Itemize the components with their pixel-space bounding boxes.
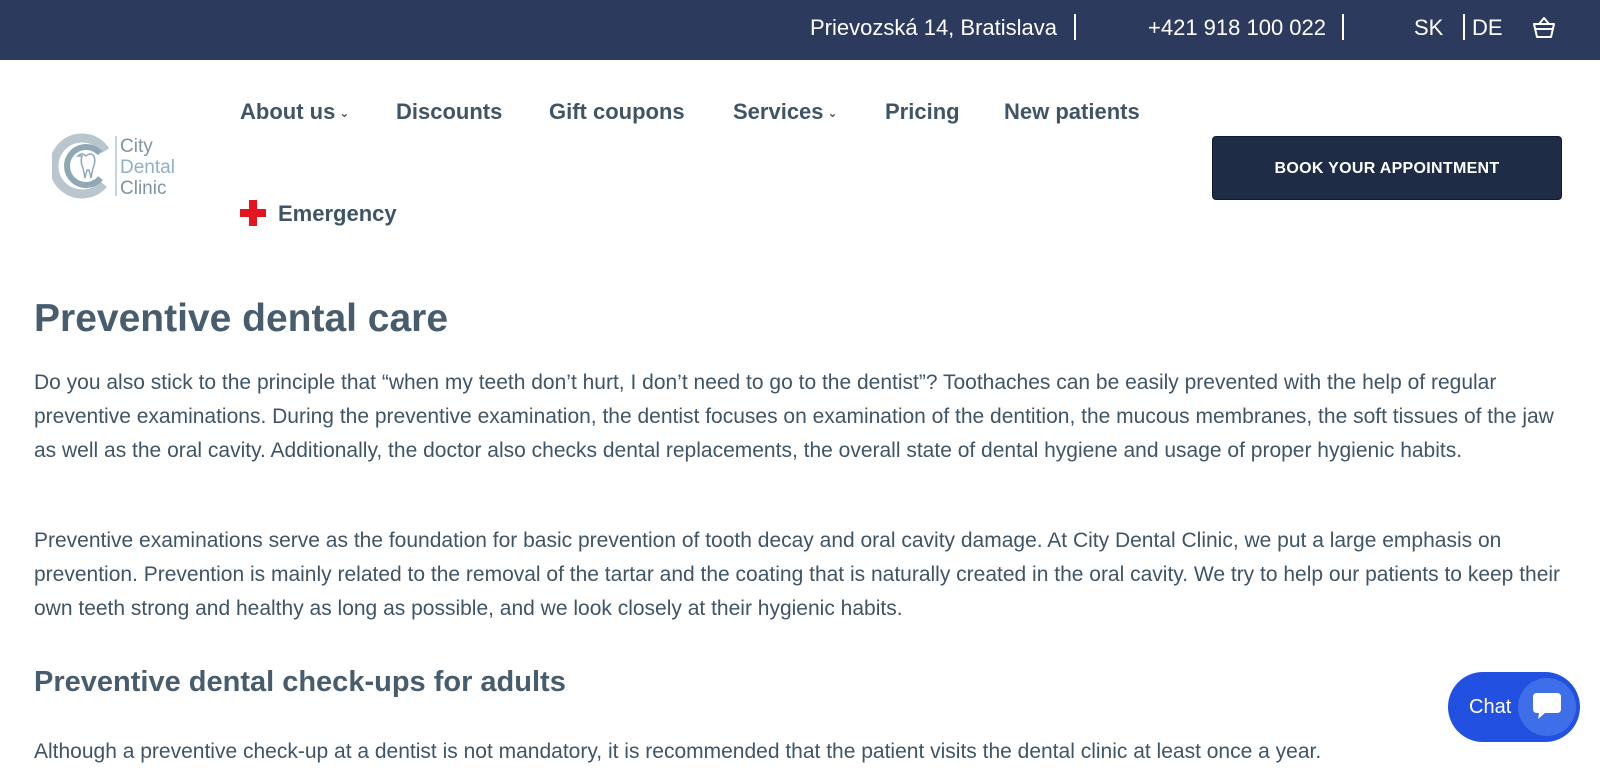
chat-bubble-icon — [1533, 693, 1561, 719]
book-appointment-button[interactable]: BOOK YOUR APPOINTMENT — [1212, 136, 1562, 200]
logo-line1: City — [120, 136, 153, 157]
nav-services[interactable]: Services ⌄ — [733, 98, 838, 129]
top-bar: Prievozská 14, Bratislava +421 918 100 0… — [0, 0, 1600, 60]
chevron-down-icon: ⌄ — [827, 106, 838, 120]
logo-line3: Clinic — [120, 178, 166, 199]
lang-sk-link[interactable]: SK — [1414, 14, 1443, 42]
logo-line2: Dental — [120, 157, 175, 178]
nav-discounts[interactable]: Discounts — [396, 98, 502, 126]
address-link[interactable]: Prievozská 14, Bratislava — [810, 14, 1057, 42]
divider — [1342, 14, 1344, 40]
nav-services-label: Services — [733, 99, 824, 124]
nav-about[interactable]: About us ⌄ — [240, 98, 349, 129]
intro-paragraph: Do you also stick to the principle that … — [34, 371, 1554, 462]
chat-label: Chat — [1469, 696, 1512, 718]
chat-bubble-container — [1518, 678, 1576, 736]
chevron-down-icon: ⌄ — [339, 106, 350, 120]
nav-emergency[interactable]: Emergency — [240, 200, 397, 228]
nav-emergency-label: Emergency — [278, 201, 397, 226]
chat-button[interactable]: Chat — [1448, 672, 1580, 742]
prevention-paragraph: Preventive examinations serve as the fou… — [34, 529, 1561, 620]
divider — [1074, 14, 1076, 40]
nav-pricing[interactable]: Pricing — [885, 98, 960, 126]
basket-icon[interactable] — [1532, 16, 1556, 40]
nav-about-label: About us — [240, 99, 336, 124]
checkup-paragraph: Although a preventive check-up at a dent… — [34, 740, 1322, 763]
logo[interactable]: City Dental Clinic — [52, 132, 192, 200]
nav-new-patients[interactable]: New patients — [1004, 98, 1140, 126]
red-cross-icon — [240, 200, 266, 226]
nav-gift-coupons[interactable]: Gift coupons — [549, 98, 685, 126]
page-title: Preventive dental care — [34, 297, 449, 340]
phone-link[interactable]: +421 918 100 022 — [1148, 14, 1326, 42]
divider — [1463, 14, 1465, 40]
section-heading: Preventive dental check-ups for adults — [34, 666, 566, 698]
lang-de-link[interactable]: DE — [1472, 14, 1503, 42]
